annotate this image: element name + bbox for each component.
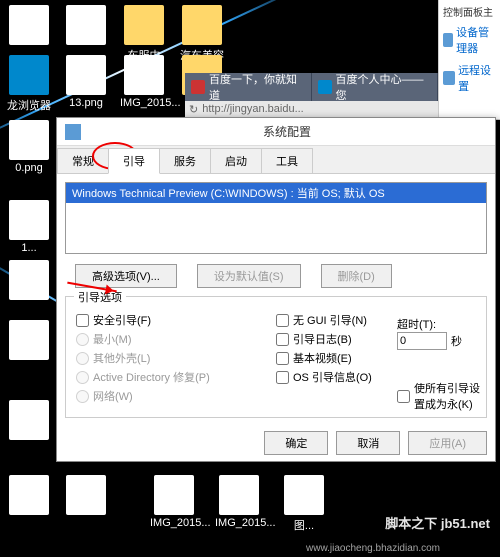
baidu-icon — [191, 80, 205, 94]
desktop-icon[interactable]: 13.png — [62, 55, 110, 109]
baidu-icon — [318, 80, 332, 94]
browser-tab[interactable]: 百度个人中心——您 — [312, 73, 439, 101]
desktop-icon[interactable]: IMG_2015... — [215, 475, 263, 529]
cp-device-manager[interactable]: 设备管理器 — [439, 21, 500, 59]
device-icon — [443, 33, 453, 47]
desktop-icon[interactable]: 1... — [5, 200, 53, 254]
tab-general[interactable]: 常规 — [57, 148, 109, 173]
advanced-options-button[interactable]: 高级选项(V)... — [75, 264, 177, 288]
address-bar[interactable]: ↻http://jingyan.baidu... — [185, 101, 438, 117]
window-icon — [65, 124, 81, 140]
desktop-icon[interactable] — [5, 320, 53, 362]
desktop-icon[interactable]: 图... — [280, 475, 328, 533]
ok-button[interactable]: 确定 — [264, 431, 328, 455]
desktop-icon[interactable] — [62, 5, 110, 47]
persist-checkbox[interactable]: 使所有引导设置成为永(K) — [397, 380, 487, 412]
timeout-input[interactable] — [397, 332, 447, 350]
minimal-radio: 最小(M) — [76, 331, 276, 347]
ad-repair-radio: Active Directory 修复(P) — [76, 369, 276, 385]
system-config-window: 系统配置 常规 引导 服务 启动 工具 Windows Technical Pr… — [56, 117, 496, 462]
os-list[interactable]: Windows Technical Preview (C:\WINDOWS) :… — [65, 182, 487, 254]
titlebar[interactable]: 系统配置 — [57, 118, 495, 146]
tab-strip: 常规 引导 服务 启动 工具 — [57, 146, 495, 174]
tab-boot[interactable]: 引导 — [108, 148, 160, 174]
browser-tabs: 百度一下，你就知道 百度个人中心——您 — [185, 73, 438, 101]
apply-button: 应用(A) — [408, 431, 487, 455]
watermark: 脚本之下 jb51.net — [385, 513, 490, 532]
reload-icon[interactable]: ↻ — [189, 103, 198, 116]
desktop-icon[interactable]: 龙浏览器 — [5, 55, 53, 113]
alt-shell-radio: 其他外壳(L) — [76, 350, 276, 366]
cp-remote-settings[interactable]: 远程设置 — [439, 59, 500, 97]
os-list-item[interactable]: Windows Technical Preview (C:\WINDOWS) :… — [66, 183, 486, 203]
control-panel: 控制面板主 设备管理器 远程设置 — [438, 0, 500, 120]
cancel-button[interactable]: 取消 — [336, 431, 400, 455]
remote-icon — [443, 71, 455, 85]
control-panel-title: 控制面板主 — [439, 2, 500, 21]
watermark2: www.jiaocheng.bhazidian.com — [306, 543, 440, 554]
desktop-icon[interactable] — [5, 5, 53, 47]
set-default-button: 设为默认值(S) — [197, 264, 301, 288]
desktop-icon[interactable]: 0.png — [5, 120, 53, 174]
delete-button: 删除(D) — [321, 264, 392, 288]
desktop-icon[interactable]: IMG_2015... — [150, 475, 198, 529]
desktop-icon[interactable]: IMG_2015... — [120, 55, 168, 109]
timeout-label: 超时(T): — [397, 316, 487, 332]
desktop-icon[interactable] — [62, 475, 110, 517]
window-title: 系统配置 — [87, 123, 487, 140]
safe-boot-checkbox[interactable]: 安全引导(F) — [76, 312, 276, 328]
tab-tools[interactable]: 工具 — [261, 148, 313, 173]
network-radio: 网络(W) — [76, 388, 276, 404]
desktop-icon[interactable] — [5, 475, 53, 517]
timeout-unit: 秒 — [451, 333, 462, 349]
tab-startup[interactable]: 启动 — [210, 148, 262, 173]
desktop-icon[interactable] — [5, 260, 53, 302]
desktop-icon[interactable] — [5, 400, 53, 442]
tab-services[interactable]: 服务 — [159, 148, 211, 173]
browser-tab[interactable]: 百度一下，你就知道 — [185, 73, 312, 101]
